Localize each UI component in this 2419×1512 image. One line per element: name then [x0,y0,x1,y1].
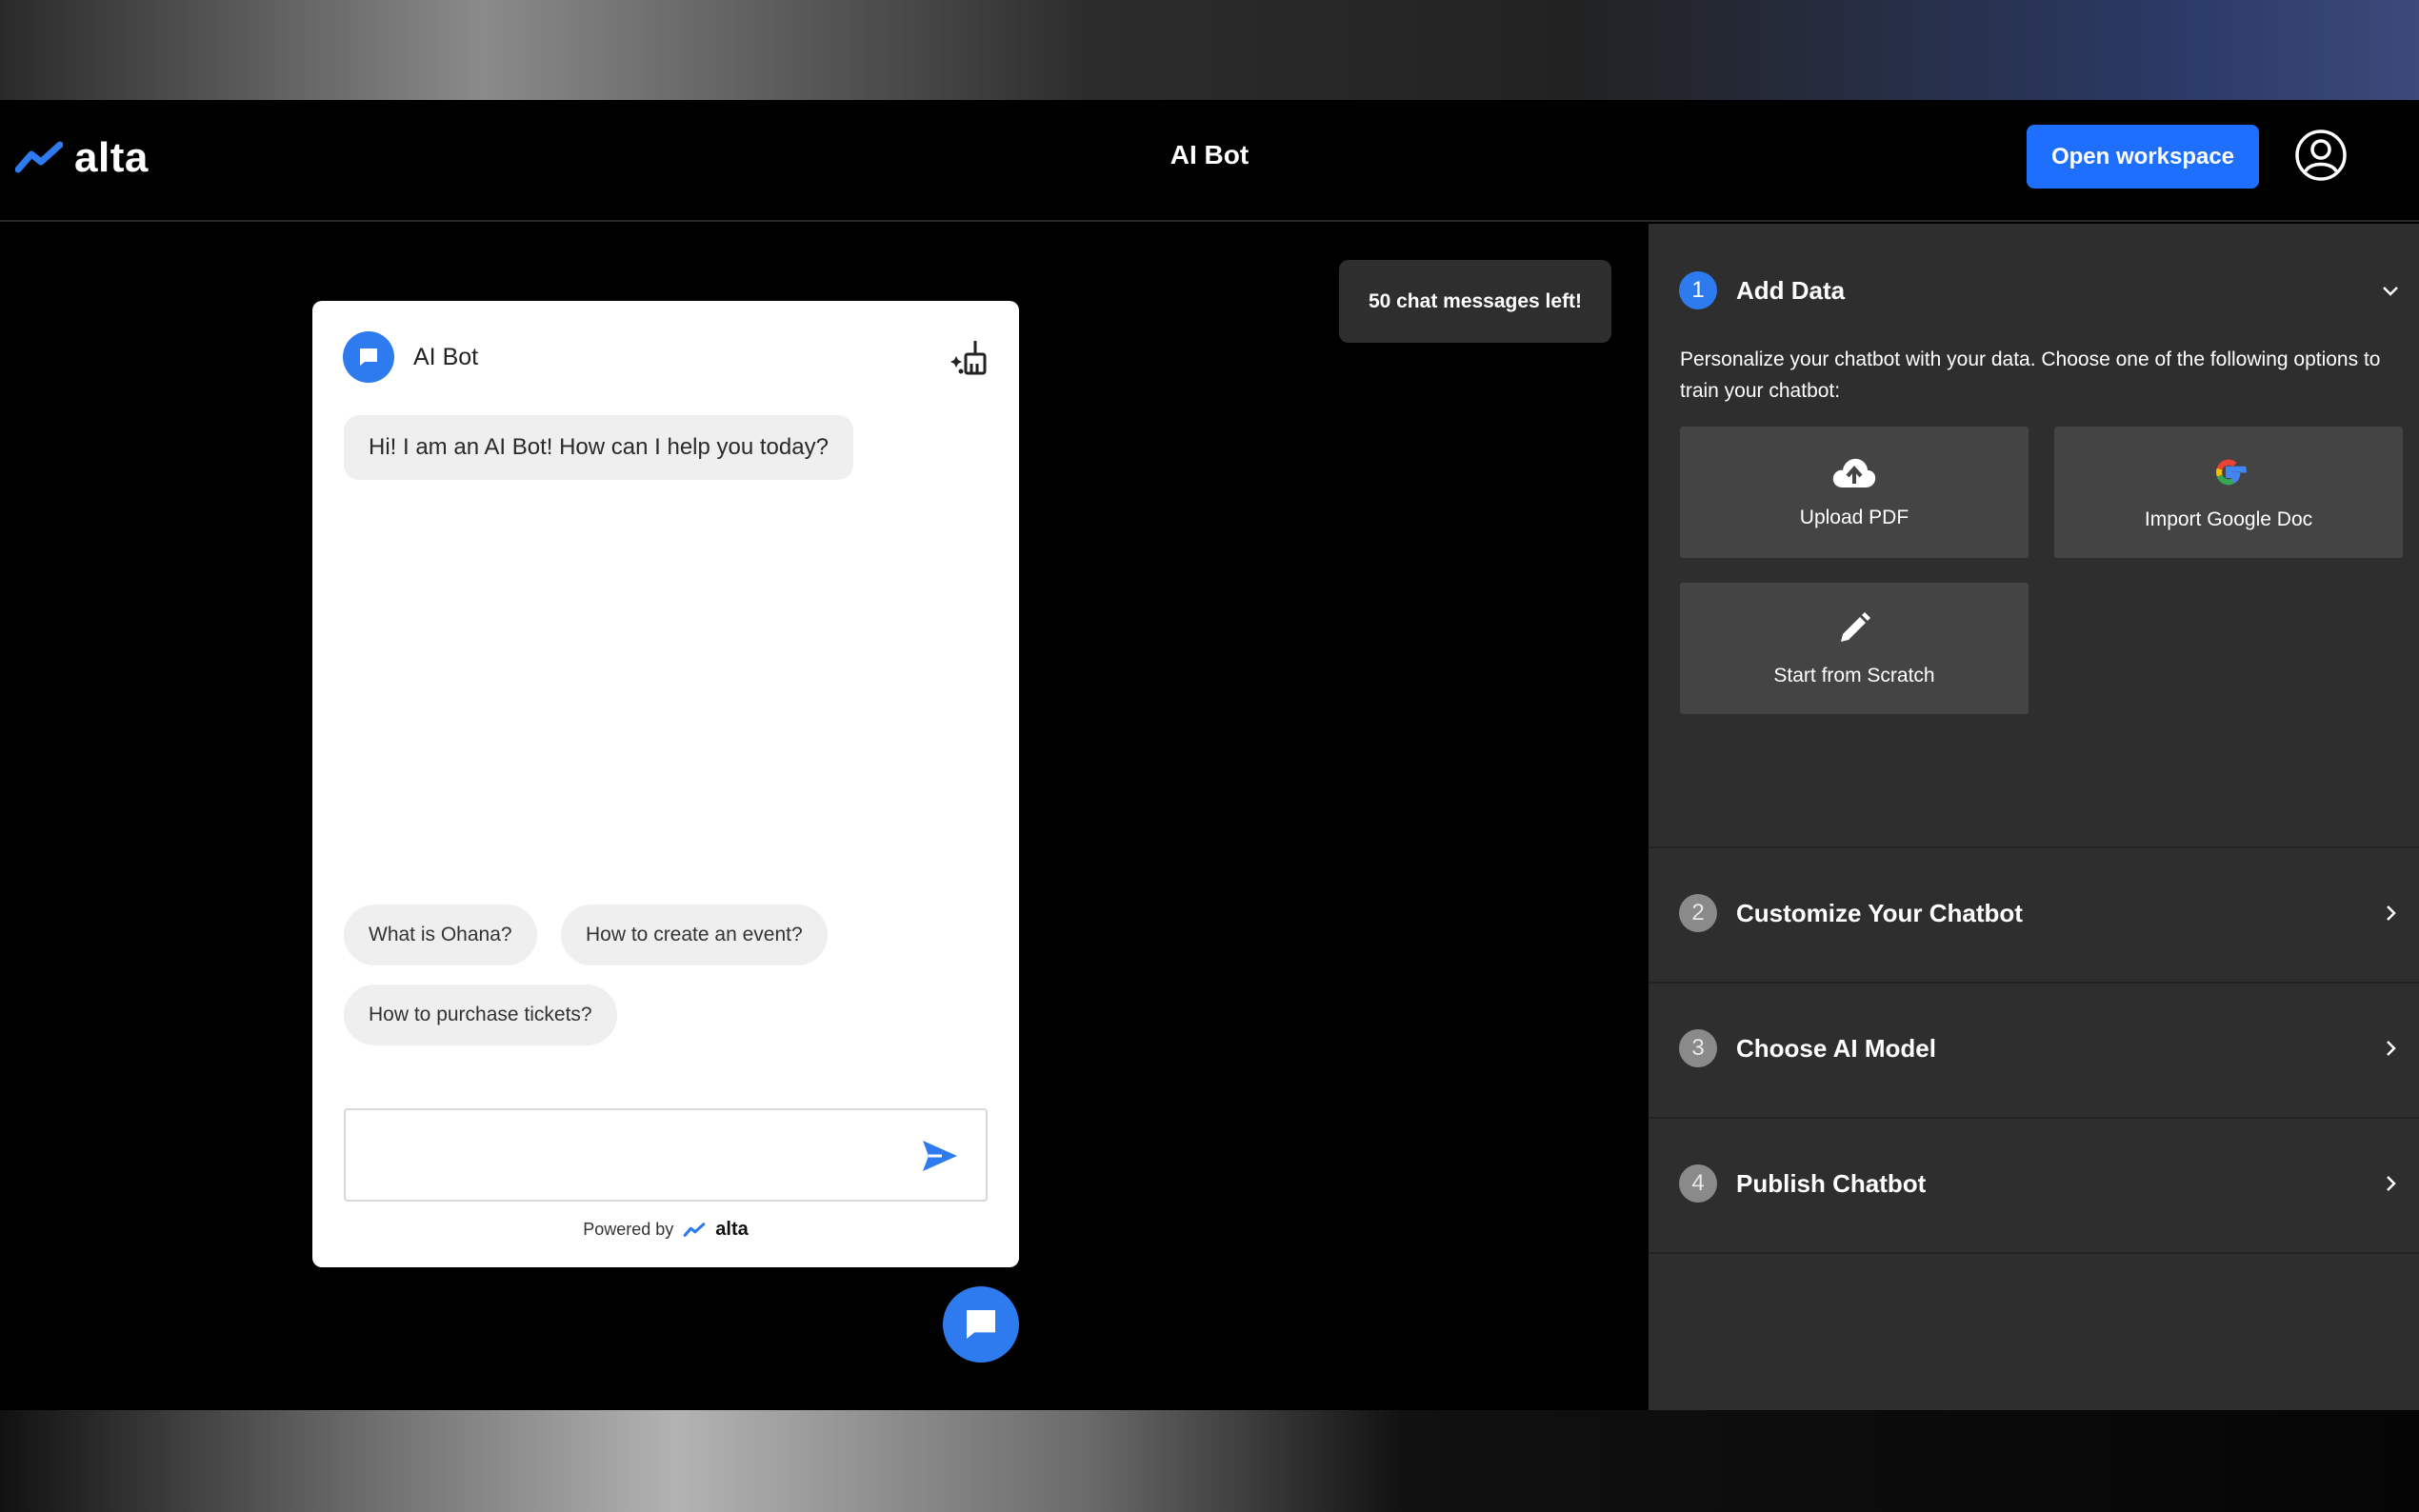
setup-panel: 1 Add Data Personalize your chatbot with… [1649,224,2419,1410]
chevron-down-icon[interactable] [2379,279,2402,302]
step-number: 4 [1679,1164,1717,1203]
chevron-right-icon[interactable] [2379,902,2402,925]
bot-avatar [343,331,394,383]
step-number: 2 [1679,894,1717,932]
background-bottom [0,1410,2419,1512]
powered-by-footer: Powered by alta [312,1219,1019,1241]
chat-message-input[interactable] [344,1108,988,1202]
suggestion-chip[interactable]: How to purchase tickets? [344,985,617,1045]
app-window: alta AI Bot Open workspace 50 chat messa… [0,100,2419,1410]
chat-launcher-button[interactable] [943,1286,1019,1363]
step-choose-ai-model[interactable]: 3 Choose AI Model [1649,984,2419,1119]
page-title: AI Bot [1170,140,1249,169]
open-workspace-button[interactable]: Open workspace [2027,125,2259,189]
bot-greeting-message: Hi! I am an AI Bot! How can I help you t… [344,415,853,480]
upload-pdf-option[interactable]: Upload PDF [1680,427,2029,558]
chat-bubble-icon [967,1310,995,1339]
alta-logo-icon [15,141,63,173]
suggestion-chip[interactable]: What is Ohana? [344,905,537,965]
chat-header: AI Bot [343,331,478,383]
clear-chat-icon[interactable] [950,339,990,379]
top-header: alta AI Bot Open workspace [0,100,2419,222]
send-icon[interactable] [921,1139,959,1173]
option-label: Import Google Doc [2144,508,2313,530]
logo-text: alta [74,134,149,181]
add-data-description: Personalize your chatbot with your data.… [1680,348,2381,402]
import-google-doc-option[interactable]: Import Google Doc [2054,427,2403,558]
option-label: Upload PDF [1799,507,1909,528]
powered-by-label: Powered by [583,1220,674,1239]
cloud-upload-icon [1832,458,1876,487]
user-avatar-icon[interactable] [2294,129,2348,182]
messages-left-badge: 50 chat messages left! [1339,260,1611,343]
chevron-right-icon[interactable] [2379,1037,2402,1060]
powered-by-brand: alta [715,1219,749,1240]
step-customize-chatbot[interactable]: 2 Customize Your Chatbot [1649,848,2419,984]
chat-bubble-icon [360,348,377,366]
step-publish-chatbot[interactable]: 4 Publish Chatbot [1649,1119,2419,1254]
step-number: 3 [1679,1029,1717,1067]
alta-logo[interactable]: alta [15,134,149,182]
suggestion-chip[interactable]: How to create an event? [561,905,828,965]
alta-small-logo-icon [683,1222,706,1237]
google-icon [2216,459,2247,486]
step-title: Choose AI Model [1736,1034,1936,1063]
start-from-scratch-option[interactable]: Start from Scratch [1680,583,2029,714]
bot-name: AI Bot [413,343,479,370]
chat-widget: AI Bot Hi! I am an AI Bot! How can I hel… [312,301,1019,1267]
step-title[interactable]: Add Data [1736,276,1845,306]
pencil-icon [1841,612,1870,642]
option-label: Start from Scratch [1773,665,1935,686]
step-title: Publish Chatbot [1736,1169,1927,1198]
step-number: 1 [1679,271,1717,309]
background-top [0,0,2419,100]
chevron-right-icon[interactable] [2379,1172,2402,1195]
step-title: Customize Your Chatbot [1736,899,2023,927]
step-add-data: 1 Add Data Personalize your chatbot with… [1649,224,2419,848]
